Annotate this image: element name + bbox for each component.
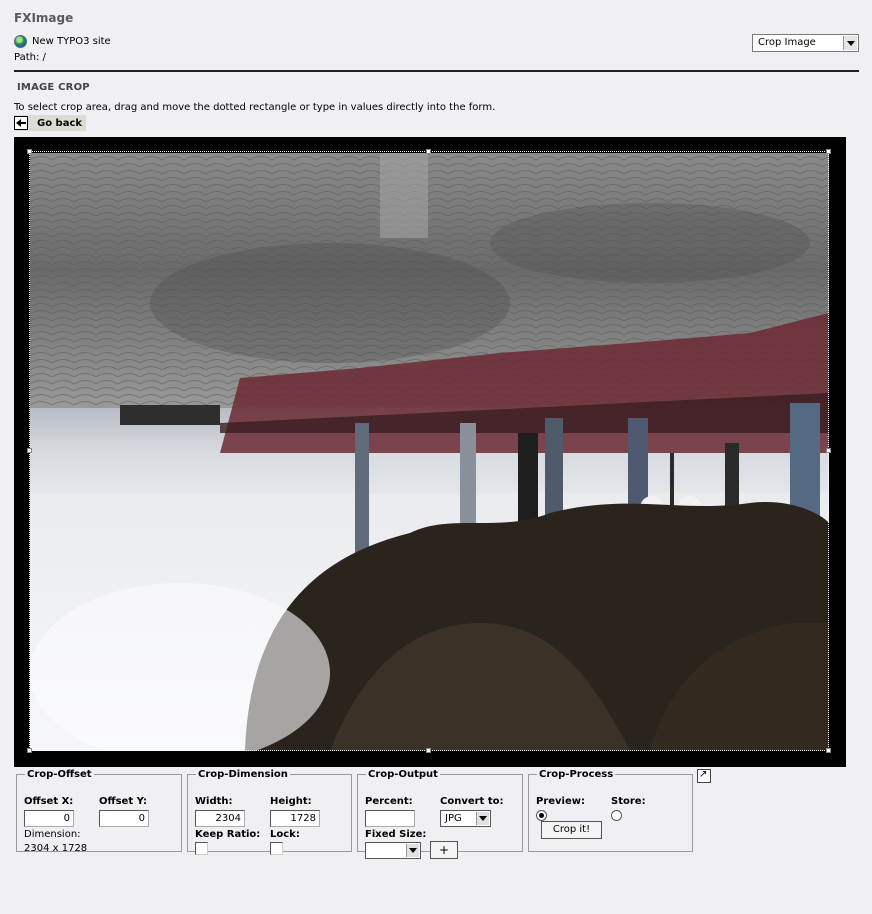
crop-offset-legend: Crop-Offset bbox=[27, 769, 92, 780]
percent-input[interactable] bbox=[365, 810, 415, 827]
width-input[interactable]: 2304 bbox=[195, 810, 245, 827]
resize-handle-top[interactable] bbox=[426, 149, 431, 154]
crop-process-panel: Crop-Process Preview: Store: Crop it! bbox=[528, 769, 693, 852]
site-row: New TYPO3 site bbox=[14, 35, 111, 48]
site-name[interactable]: New TYPO3 site bbox=[32, 36, 111, 47]
height-input[interactable]: 1728 bbox=[270, 810, 320, 827]
header-divider bbox=[14, 70, 859, 72]
chevron-down-icon bbox=[476, 812, 489, 825]
keep-ratio-label: Keep Ratio: bbox=[195, 829, 261, 840]
dimension-value: 2304 x 1728 bbox=[24, 843, 88, 854]
path-label: Path: / bbox=[14, 52, 46, 63]
percent-label: Percent: bbox=[365, 796, 413, 807]
dropdown-arrow-icon[interactable] bbox=[843, 36, 857, 50]
resize-handle-bottom-right[interactable] bbox=[826, 748, 831, 753]
crop-dimension-panel: Crop-Dimension Width: Height: 2304 1728 … bbox=[187, 769, 352, 855]
convert-to-value: JPG bbox=[445, 813, 462, 824]
convert-to-label: Convert to: bbox=[440, 796, 504, 807]
convert-to-select[interactable]: JPG bbox=[440, 810, 491, 827]
preview-radio[interactable] bbox=[536, 810, 547, 821]
crop-output-legend: Crop-Output bbox=[368, 769, 438, 780]
resize-handle-bottom[interactable] bbox=[426, 748, 431, 753]
offset-x-label: Offset X: bbox=[24, 796, 74, 807]
height-label: Height: bbox=[270, 796, 312, 807]
resize-handle-bottom-left[interactable] bbox=[27, 748, 32, 753]
offset-x-input[interactable]: 0 bbox=[24, 810, 74, 827]
fixed-size-select[interactable] bbox=[365, 842, 421, 859]
crop-dimension-legend: Crop-Dimension bbox=[198, 769, 288, 780]
preview-label: Preview: bbox=[536, 796, 586, 807]
resize-handle-right[interactable] bbox=[826, 448, 831, 453]
crop-process-legend: Crop-Process bbox=[539, 769, 614, 780]
chevron-down-icon bbox=[406, 844, 419, 857]
crop-output-panel: Crop-Output Percent: Convert to: JPG Fix… bbox=[357, 769, 523, 859]
resize-handle-top-left[interactable] bbox=[27, 149, 32, 154]
dimension-label: Dimension: bbox=[24, 829, 81, 840]
action-select[interactable]: Crop Image bbox=[752, 34, 859, 52]
store-label: Store: bbox=[611, 796, 646, 807]
fixed-size-label: Fixed Size: bbox=[365, 829, 427, 840]
instructions-text: To select crop area, drag and move the d… bbox=[14, 102, 496, 113]
width-label: Width: bbox=[195, 796, 233, 807]
resize-handle-left[interactable] bbox=[27, 448, 32, 453]
section-title: IMAGE CROP bbox=[17, 82, 90, 93]
crop-it-button[interactable]: Crop it! bbox=[541, 821, 602, 839]
store-radio[interactable] bbox=[611, 810, 622, 821]
keep-ratio-checkbox[interactable] bbox=[195, 842, 208, 855]
crop-selection-rectangle[interactable] bbox=[27, 149, 831, 753]
lock-label: Lock: bbox=[270, 829, 300, 840]
go-back-label: Go back bbox=[37, 117, 83, 129]
back-arrow-icon bbox=[14, 116, 28, 130]
go-back-button[interactable]: Go back bbox=[14, 115, 87, 131]
offset-y-input[interactable]: 0 bbox=[99, 810, 149, 827]
app-title: FXImage bbox=[14, 11, 74, 25]
globe-icon bbox=[14, 35, 27, 48]
offset-y-label: Offset Y: bbox=[99, 796, 147, 807]
crop-offset-panel: Crop-Offset Offset X: Offset Y: 0 0 Dime… bbox=[16, 769, 182, 854]
lock-checkbox[interactable] bbox=[270, 842, 283, 855]
action-select-value: Crop Image bbox=[758, 37, 816, 48]
add-fixed-size-button[interactable]: + bbox=[430, 841, 458, 859]
resize-handle-top-right[interactable] bbox=[826, 149, 831, 154]
popup-icon[interactable] bbox=[697, 769, 711, 783]
